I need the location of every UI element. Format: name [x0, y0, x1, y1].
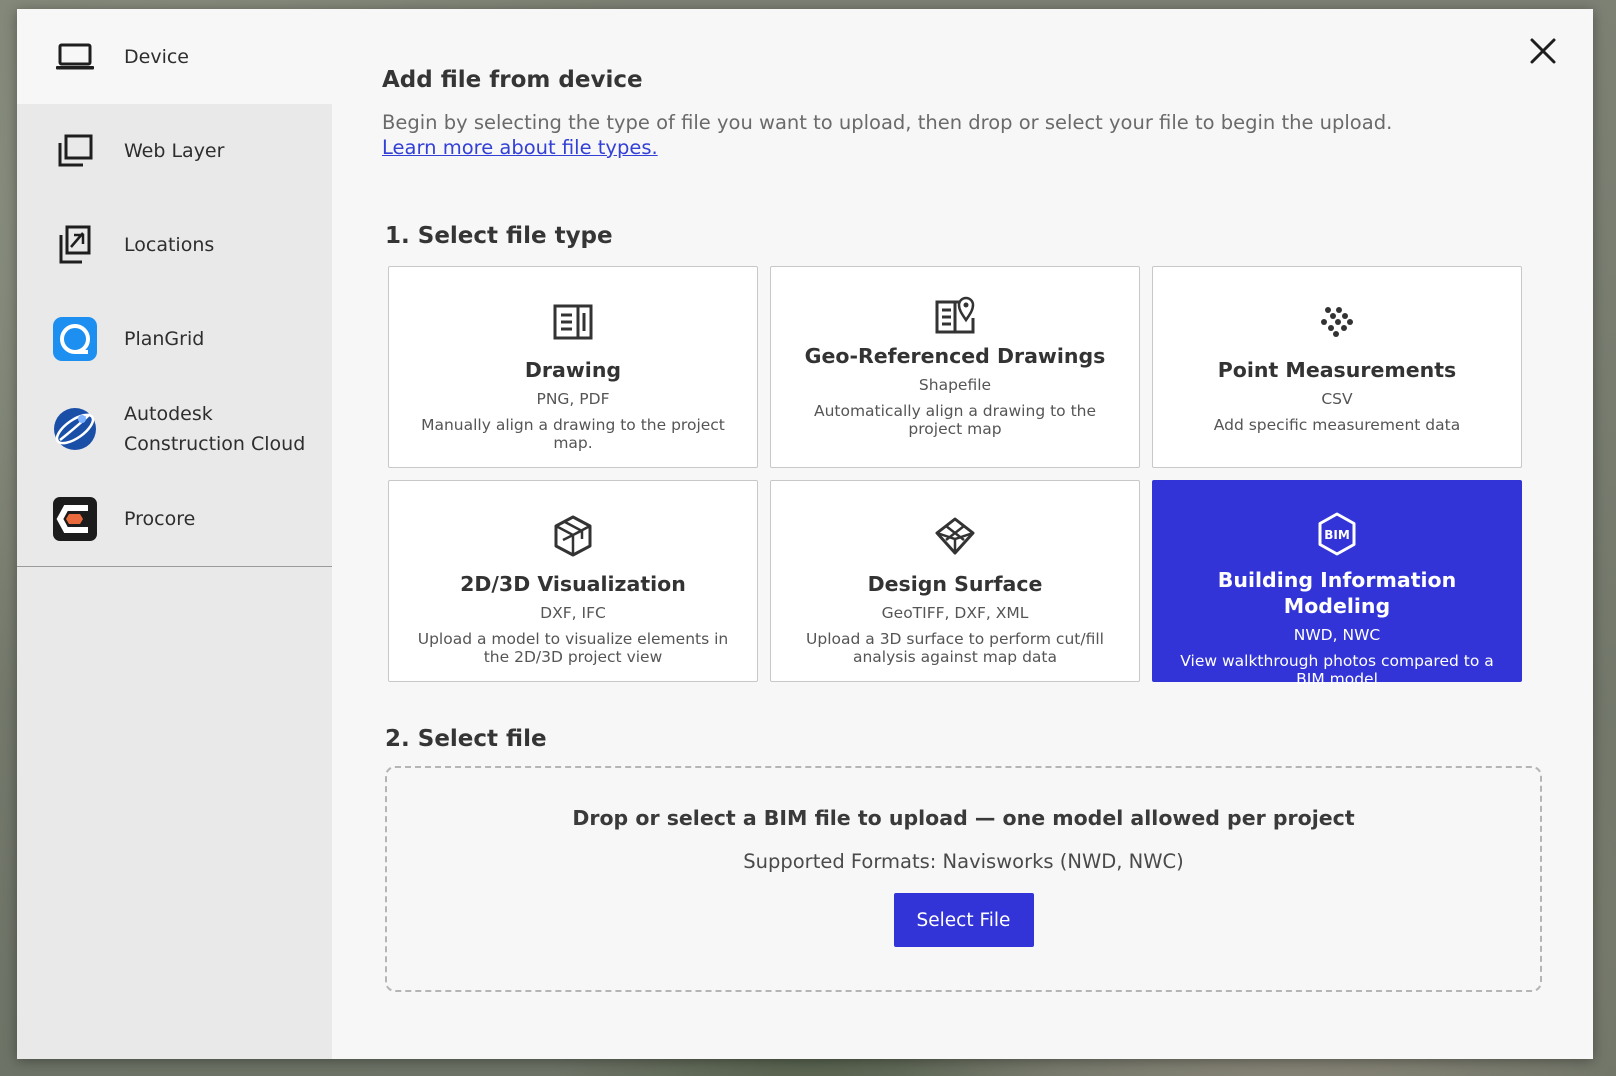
laptop-icon [52, 34, 98, 80]
sidebar-item-label: Autodesk Construction Cloud [124, 403, 306, 455]
card-description: View walkthrough photos compared to a BI… [1180, 652, 1494, 688]
section-title-select-file: 2. Select file [385, 726, 547, 752]
source-sidebar: Device Web Layer Locations PlanGrid Auto… [17, 9, 332, 1059]
file-type-card-design-surface[interactable]: Design Surface GeoTIFF, DXF, XML Upload … [770, 480, 1140, 682]
file-type-card-point-measurements[interactable]: Point Measurements CSV Add specific meas… [1152, 266, 1522, 468]
card-description: Add specific measurement data [1213, 416, 1461, 434]
upload-modal: Device Web Layer Locations PlanGrid Auto… [17, 9, 1593, 1059]
card-description: Automatically align a drawing to the pro… [813, 402, 1097, 438]
card-title: 2D/3D Visualization [460, 572, 686, 596]
file-type-card-geo-referenced[interactable]: Geo-Referenced Drawings Shapefile Automa… [770, 266, 1140, 468]
autodesk-logo-icon [52, 406, 98, 452]
card-description: Manually align a drawing to the project … [421, 416, 725, 452]
locations-icon [52, 222, 98, 268]
card-formats: DXF, IFC [540, 604, 606, 622]
sidebar-item-procore[interactable]: Procore [17, 472, 332, 566]
learn-more-link[interactable]: Learn more about file types. [382, 136, 658, 159]
card-title: Building Information Modeling [1217, 568, 1457, 618]
layers-icon [52, 128, 98, 174]
card-formats: PNG, PDF [536, 390, 610, 408]
supported-formats: Supported Formats: Navisworks (NWD, NWC) [743, 850, 1184, 873]
procore-logo-icon [52, 496, 98, 542]
card-formats: NWD, NWC [1293, 626, 1381, 644]
section-title-file-type: 1. Select file type [385, 223, 613, 249]
sidebar-item-label: Device [124, 45, 189, 68]
card-title: Design Surface [867, 572, 1043, 596]
sidebar-item-locations[interactable]: Locations [17, 198, 332, 292]
bim-icon-label: BIM [1324, 528, 1350, 542]
file-type-card-visualization[interactable]: 2D/3D Visualization DXF, IFC Upload a mo… [388, 480, 758, 682]
sidebar-item-label: Procore [124, 508, 196, 530]
card-formats: GeoTIFF, DXF, XML [881, 604, 1029, 622]
select-file-button[interactable]: Select File [893, 893, 1034, 947]
sidebar-item-plangrid[interactable]: PlanGrid [17, 292, 332, 386]
card-formats: CSV [1321, 390, 1353, 408]
drawing-icon [553, 297, 593, 347]
card-description: Upload a 3D surface to perform cut/fill … [806, 630, 1104, 666]
page-title: Add file from device [382, 67, 643, 93]
points-icon [1320, 297, 1354, 347]
file-type-grid: Drawing PNG, PDF Manually align a drawin… [388, 266, 1593, 688]
sidebar-item-autodesk[interactable]: Autodesk Construction Cloud [17, 386, 332, 472]
surface-icon [934, 511, 976, 561]
file-dropzone[interactable]: Drop or select a BIM file to upload — on… [385, 766, 1542, 992]
sidebar-item-label: Locations [124, 234, 215, 256]
geo-drawing-icon [935, 291, 975, 337]
page-description: Begin by selecting the type of file you … [382, 111, 1393, 134]
source-list: Device Web Layer Locations PlanGrid Auto… [17, 9, 332, 567]
file-type-card-drawing[interactable]: Drawing PNG, PDF Manually align a drawin… [388, 266, 758, 468]
sidebar-item-label: PlanGrid [124, 328, 205, 350]
card-title: Point Measurements [1217, 358, 1457, 382]
bim-icon: BIM [1316, 511, 1358, 557]
file-type-card-bim[interactable]: BIM Building Information Modeling NWD, N… [1152, 480, 1522, 688]
plangrid-logo-icon [52, 316, 98, 362]
sidebar-item-web-layer[interactable]: Web Layer [17, 104, 332, 198]
sidebar-item-label: Web Layer [124, 140, 225, 162]
close-icon[interactable] [1529, 37, 1557, 65]
drop-instructions: Drop or select a BIM file to upload — on… [572, 806, 1355, 830]
card-formats: Shapefile [918, 376, 992, 394]
card-title: Geo-Referenced Drawings [804, 344, 1106, 368]
upload-content: Add file from device Begin by selecting … [332, 9, 1593, 1059]
card-title: Drawing [524, 358, 622, 382]
sidebar-item-device[interactable]: Device [17, 9, 332, 104]
cube-icon [553, 511, 593, 561]
card-description: Upload a model to visualize elements in … [417, 630, 729, 666]
